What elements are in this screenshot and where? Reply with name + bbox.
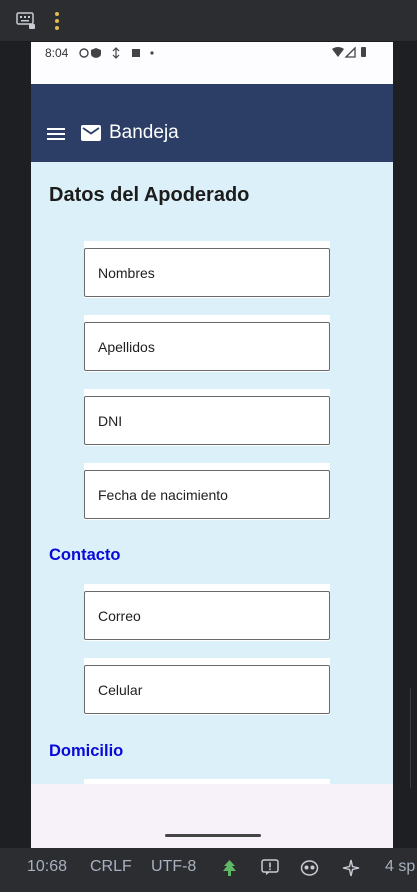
mail-icon: [81, 125, 101, 141]
text-input[interactable]: Apellidos: [84, 322, 330, 371]
section-title-address: Domicilio: [49, 742, 124, 760]
notifications-icon[interactable]: [261, 859, 279, 876]
cursor-position[interactable]: 10:68: [27, 858, 67, 876]
text-input[interactable]: Nombres: [84, 248, 330, 297]
gesture-handle[interactable]: [165, 834, 261, 837]
indent-setting[interactable]: 4 sp: [385, 858, 415, 876]
app-title: Bandeja: [109, 122, 179, 143]
field-label: Celular: [98, 681, 143, 698]
line-ending[interactable]: CRLF: [90, 858, 132, 876]
form-heading: Datos del Apoderado: [49, 184, 250, 206]
ai-sparkle-icon[interactable]: [342, 859, 360, 877]
field-names[interactable]: Nombres: [84, 241, 330, 298]
section-title-contact: Contacto: [49, 546, 121, 564]
notification-icons: [79, 47, 154, 59]
field-surnames[interactable]: Apellidos: [84, 315, 330, 372]
nav-bar: [31, 784, 393, 848]
field-dni[interactable]: DNI: [84, 389, 330, 446]
tree-icon[interactable]: [221, 859, 238, 877]
app-bar: Bandeja: [31, 84, 393, 162]
file-encoding[interactable]: UTF-8: [151, 858, 196, 876]
form-content[interactable]: Datos del Apoderado Nombres Apellidos DN…: [31, 162, 393, 784]
status-time: 8:04: [45, 46, 69, 60]
field-birthdate[interactable]: Fecha de nacimiento: [84, 463, 330, 520]
device-screen: 8:04 Bandeja Datos del Apoderado Nombres…: [31, 42, 393, 848]
scrollbar[interactable]: [410, 688, 417, 788]
field-email[interactable]: Correo: [84, 584, 330, 641]
ide-status-bar: 10:68 CRLF UTF-8 4 sp: [0, 848, 417, 892]
text-input[interactable]: DNI: [84, 396, 330, 445]
field-label: Fecha de nacimiento: [98, 486, 228, 503]
field-phone[interactable]: Celular: [84, 658, 330, 715]
keyboard-icon[interactable]: [16, 12, 36, 30]
more-options-icon[interactable]: [53, 11, 61, 31]
text-input[interactable]: Celular: [84, 665, 330, 714]
text-input[interactable]: Fecha de nacimiento: [84, 470, 330, 519]
field-label: Correo: [98, 607, 141, 624]
text-input[interactable]: Correo: [84, 591, 330, 640]
copilot-icon[interactable]: [300, 859, 319, 876]
field-label: Nombres: [98, 264, 155, 281]
device-status-bar: 8:04: [31, 42, 393, 84]
field-label: DNI: [98, 412, 123, 429]
field-label: Apellidos: [98, 338, 155, 355]
ide-toolbar: [0, 0, 417, 42]
hamburger-menu-icon[interactable]: [47, 127, 65, 141]
connectivity-icons: [332, 46, 366, 58]
